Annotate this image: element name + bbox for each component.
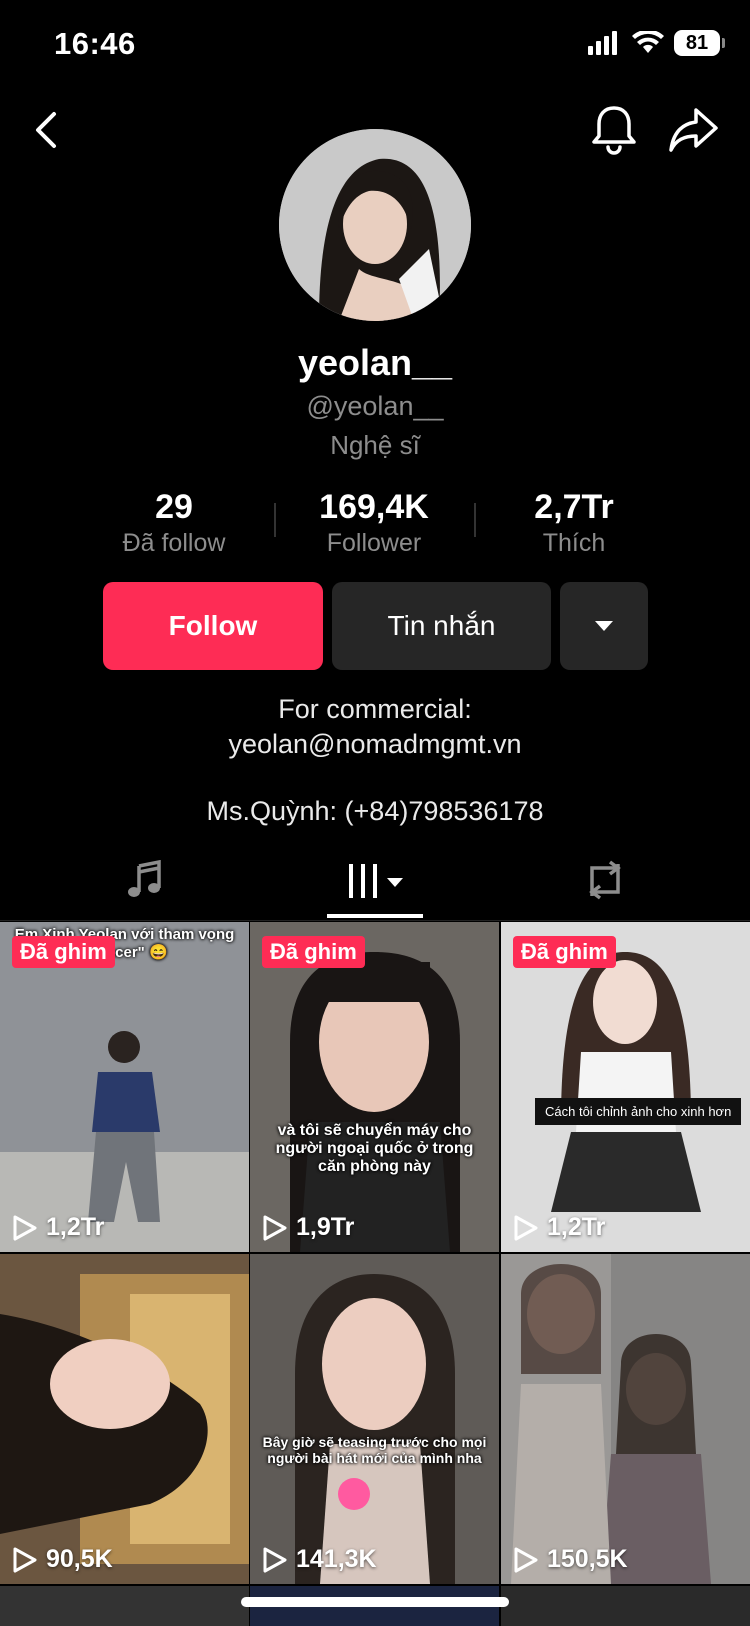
tab-reposts[interactable]: [560, 840, 650, 920]
profile-username: yeolan__: [297, 342, 453, 383]
view-count-value: 1,2Tr: [547, 1213, 606, 1241]
view-count-value: 90,5K: [46, 1545, 113, 1573]
video-image: [501, 1254, 750, 1584]
stat-likes: 2,7Tr Thích: [464, 488, 684, 558]
profile-tabs: [0, 840, 750, 921]
bio-phone: Ms.Quỳnh: (+84)798536178: [206, 796, 544, 826]
active-tab-indicator: [327, 914, 423, 918]
battery-indicator: 81: [674, 30, 725, 56]
tab-videos[interactable]: [330, 840, 420, 920]
pinned-badge: Đã ghim: [262, 936, 365, 968]
video-thumbnail[interactable]: 90,5K: [0, 1254, 249, 1584]
view-count: 1,9Tr: [262, 1213, 354, 1242]
view-count-value: 150,5K: [547, 1545, 628, 1573]
profile-handle: @yeolan__: [306, 391, 444, 421]
suggested-accounts-button[interactable]: [560, 582, 648, 670]
view-count: 1,2Tr: [12, 1213, 104, 1242]
video-image: [0, 1254, 249, 1584]
followers-label: Follower: [326, 529, 422, 557]
bio-email[interactable]: yeolan@nomadmgmt.vn: [0, 729, 750, 760]
caret-down-icon: [595, 621, 613, 631]
video-image: [501, 922, 750, 1252]
view-count: 90,5K: [12, 1545, 113, 1574]
stat-following[interactable]: 29 Đã follow: [64, 488, 284, 558]
likes-label: Thích: [542, 529, 606, 557]
play-icon: [514, 1547, 538, 1572]
profile-category: Nghệ sĩ: [330, 430, 420, 460]
view-count: 1,2Tr: [513, 1213, 605, 1242]
play-icon: [13, 1215, 37, 1240]
play-icon: [13, 1547, 37, 1572]
video-thumbnail[interactable]: Bây giờ sẽ teasing trước cho mọi người b…: [250, 1254, 499, 1584]
message-button[interactable]: Tin nhắn: [332, 582, 551, 670]
view-count-value: 1,2Tr: [46, 1213, 105, 1241]
likes-count: 2,7Tr: [534, 488, 614, 526]
view-count-value: 141,3K: [296, 1545, 377, 1573]
wifi-icon: [632, 31, 664, 53]
follow-button[interactable]: Follow: [103, 582, 323, 670]
tab-music[interactable]: [100, 840, 190, 920]
music-icon: [128, 860, 161, 897]
play-icon: [263, 1215, 287, 1240]
pinned-badge: Đã ghim: [12, 936, 115, 968]
following-label: Đã follow: [122, 529, 226, 557]
video-caption: và tôi sẽ chuyển máy cho người ngoại quố…: [275, 1122, 474, 1175]
status-icons: 81: [588, 30, 725, 56]
play-icon: [263, 1547, 287, 1572]
video-thumbnail[interactable]: Em Xinh Yeolan với tham vọng "dancer" 😄 …: [0, 922, 249, 1252]
video-thumbnail[interactable]: Cách tôi chỉnh ảnh cho xinh hơn Đã ghim …: [501, 922, 750, 1252]
video-thumbnail[interactable]: và tôi sẽ chuyển máy cho người ngoại quố…: [250, 922, 499, 1252]
videos-grid-icon: [349, 864, 403, 898]
status-bar: 16:46 81: [0, 0, 750, 90]
video-image: [250, 1254, 499, 1584]
back-button[interactable]: [26, 108, 70, 152]
view-count: 150,5K: [513, 1545, 628, 1574]
profile-avatar[interactable]: [279, 129, 471, 321]
stat-followers[interactable]: 169,4K Follower: [264, 488, 484, 558]
view-count-value: 1,9Tr: [296, 1213, 355, 1241]
bio-line: For commercial:: [278, 694, 472, 724]
view-count: 141,3K: [262, 1545, 377, 1574]
video-thumbnail[interactable]: 150,5K: [501, 1254, 750, 1584]
repost-icon: [589, 860, 621, 900]
cellular-signal-icon: [588, 31, 617, 55]
status-time: 16:46: [54, 26, 136, 61]
video-image: [250, 922, 499, 1252]
video-caption: Cách tôi chỉnh ảnh cho xinh hơn: [535, 1098, 742, 1125]
video-caption: Bây giờ sẽ teasing trước cho mọi người b…: [262, 1434, 487, 1466]
video-thumbnail[interactable]: [501, 1586, 750, 1626]
following-count: 29: [155, 488, 193, 526]
notification-bell-icon[interactable]: [590, 104, 638, 156]
video-thumbnail[interactable]: [0, 1586, 249, 1626]
share-icon[interactable]: [668, 106, 720, 154]
followers-count: 169,4K: [319, 488, 429, 526]
play-icon: [514, 1215, 538, 1240]
video-image: [0, 922, 249, 1252]
pinned-badge: Đã ghim: [513, 936, 616, 968]
home-indicator[interactable]: [241, 1597, 509, 1607]
